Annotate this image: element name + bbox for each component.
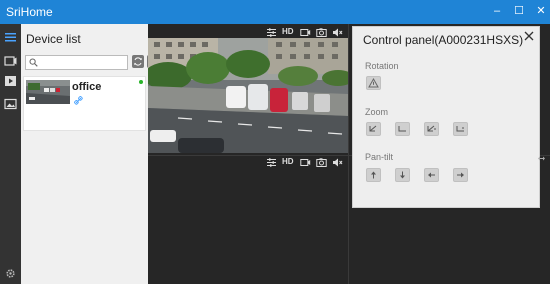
- hd-toggle[interactable]: HD: [282, 27, 294, 36]
- search-box[interactable]: [25, 55, 128, 70]
- volume-icon[interactable]: [332, 157, 343, 168]
- search-input[interactable]: [40, 56, 126, 69]
- tilt-up-button[interactable]: [366, 168, 381, 182]
- video-toolbar-bottom: HD: [266, 157, 350, 169]
- side-rail: [0, 24, 21, 284]
- minimize-icon[interactable]: –: [486, 0, 508, 24]
- panel-resize-handle[interactable]: [537, 154, 546, 163]
- device-item-office[interactable]: office: [23, 76, 146, 131]
- zoom-out-near-button[interactable]: [395, 122, 410, 136]
- grid-divider: [348, 24, 349, 284]
- control-panel-title: Control panel(A000231HSXS): [363, 33, 524, 47]
- snapshot-icon[interactable]: [316, 27, 327, 38]
- pan-right-button[interactable]: [453, 168, 468, 182]
- adjust-icon[interactable]: [266, 157, 277, 168]
- volume-icon[interactable]: [332, 27, 343, 38]
- online-indicator: [139, 80, 143, 84]
- pan-left-button[interactable]: [424, 168, 439, 182]
- pan-tilt-label: Pan-tilt: [365, 152, 394, 162]
- menu-icon[interactable]: [4, 31, 17, 43]
- device-name: office: [72, 81, 102, 93]
- zoom-label: Zoom: [365, 107, 389, 117]
- zoom-out-far-button[interactable]: [453, 122, 468, 136]
- adjust-icon[interactable]: [266, 27, 277, 38]
- settings-icon[interactable]: [5, 268, 16, 279]
- rotation-button[interactable]: [366, 76, 381, 90]
- camera-feed-office[interactable]: [148, 38, 348, 153]
- refresh-button[interactable]: [132, 55, 144, 68]
- control-panel: Control panel(A000231HSXS) Rotation Zoom…: [352, 26, 540, 208]
- record-icon[interactable]: [300, 157, 311, 168]
- search-icon: [29, 58, 38, 67]
- gallery-icon[interactable]: [4, 98, 17, 110]
- tilt-down-button[interactable]: [395, 168, 410, 182]
- maximize-icon[interactable]: ☐: [508, 0, 530, 24]
- record-icon[interactable]: [300, 27, 311, 38]
- device-list-title: Device list: [26, 32, 81, 46]
- device-thumbnail: [26, 80, 70, 104]
- close-icon[interactable]: [523, 30, 535, 42]
- title-bar: SriHome – ☐ ✕: [0, 0, 550, 24]
- app-title: SriHome: [6, 5, 53, 19]
- video-icon[interactable]: [4, 55, 17, 67]
- zoom-in-near-button[interactable]: [366, 122, 381, 136]
- close-icon[interactable]: ✕: [530, 0, 550, 24]
- device-list-panel: Device list office: [21, 24, 159, 284]
- hd-toggle[interactable]: HD: [282, 157, 294, 166]
- rotation-label: Rotation: [365, 61, 399, 71]
- link-icon[interactable]: [74, 96, 83, 105]
- playback-icon[interactable]: [4, 75, 17, 87]
- zoom-in-far-button[interactable]: [424, 122, 439, 136]
- snapshot-icon[interactable]: [316, 157, 327, 168]
